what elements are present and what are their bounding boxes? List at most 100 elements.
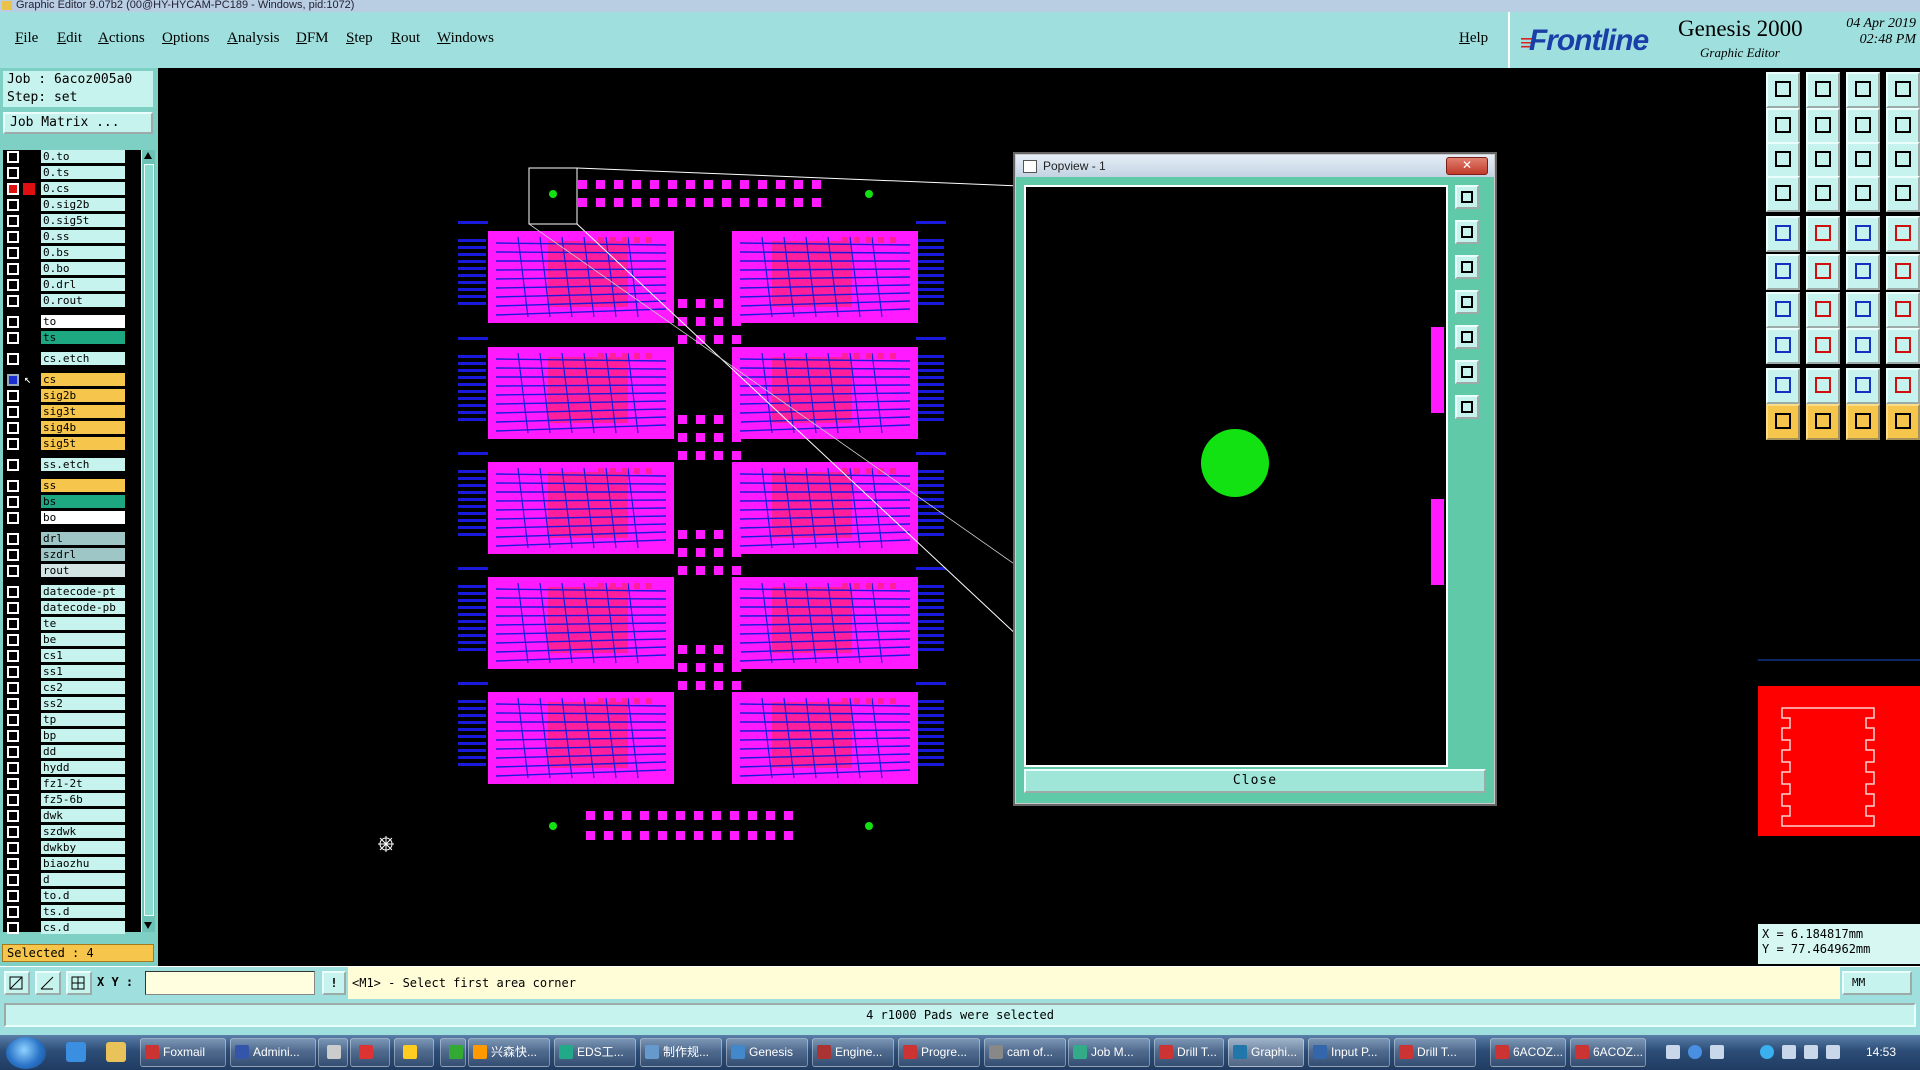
- menu-help[interactable]: Help: [1459, 30, 1488, 47]
- layer-checkbox[interactable]: [7, 826, 19, 838]
- tray-icon-2[interactable]: [1710, 1045, 1724, 1059]
- layer-row[interactable]: dwkby: [3, 841, 141, 855]
- layer-checkbox[interactable]: [7, 650, 19, 662]
- taskbar-button[interactable]: Drill T...: [1154, 1038, 1224, 1067]
- layer-name[interactable]: 0.to: [41, 150, 125, 163]
- layer-checkbox[interactable]: [7, 406, 19, 418]
- layer-row[interactable]: cs1: [3, 649, 141, 663]
- popview-left-button[interactable]: [1455, 290, 1479, 314]
- layer-checkbox[interactable]: [7, 263, 19, 275]
- pan-left-button[interactable]: [1766, 108, 1800, 144]
- layer-checkbox[interactable]: [7, 858, 19, 870]
- layer-checkbox[interactable]: [7, 762, 19, 774]
- layer-checkbox[interactable]: [7, 459, 19, 471]
- layer-row[interactable]: 0.cs: [3, 182, 141, 196]
- layer-name[interactable]: ss: [41, 479, 125, 492]
- layer-name[interactable]: cs2: [41, 681, 125, 694]
- layer-row[interactable]: rout: [3, 564, 141, 578]
- transform-button[interactable]: [1886, 328, 1920, 364]
- layer-row[interactable]: ts: [3, 331, 141, 345]
- layer-name[interactable]: hydd: [41, 761, 125, 774]
- layer-checkbox[interactable]: [7, 295, 19, 307]
- taskbar-button[interactable]: Engine...: [812, 1038, 894, 1067]
- shape-filled-button[interactable]: [1766, 216, 1800, 252]
- layer-checkbox[interactable]: [7, 698, 19, 710]
- layer-checkbox[interactable]: [7, 730, 19, 742]
- taskbar-button[interactable]: 兴森快...: [468, 1038, 550, 1067]
- layer-name[interactable]: rout: [41, 564, 125, 577]
- taskbar-button[interactable]: Admini...: [230, 1038, 316, 1067]
- units-selector[interactable]: MM: [1842, 971, 1912, 995]
- zoom-area-button[interactable]: [4, 971, 30, 995]
- layer-checkbox[interactable]: [7, 247, 19, 259]
- triangle-button[interactable]: [1766, 368, 1800, 404]
- scroll-thumb[interactable]: [144, 164, 154, 916]
- folder-icon[interactable]: [106, 1042, 126, 1062]
- layer-row[interactable]: sig4b: [3, 421, 141, 435]
- zoom-home-button[interactable]: [1766, 72, 1800, 108]
- layer-checkbox[interactable]: [7, 618, 19, 630]
- layer-row[interactable]: tp: [3, 713, 141, 727]
- layer-checkbox[interactable]: [7, 922, 19, 934]
- layer-checkbox[interactable]: [7, 714, 19, 726]
- layer-row[interactable]: cs2: [3, 681, 141, 695]
- layer-checkbox[interactable]: [7, 374, 19, 386]
- layer-row[interactable]: ss.etch: [3, 458, 141, 472]
- layer-row[interactable]: drl: [3, 532, 141, 546]
- a-filled-button[interactable]: [1846, 368, 1880, 404]
- menu-edit[interactable]: Edit: [57, 30, 82, 47]
- layer-name[interactable]: 0.cs: [41, 182, 125, 195]
- layer-name[interactable]: sig4b: [41, 421, 125, 434]
- layer-name[interactable]: te: [41, 617, 125, 630]
- angle-button[interactable]: [1766, 292, 1800, 328]
- taskbar-button[interactable]: 6ACOZ...: [1570, 1038, 1646, 1067]
- pad-button[interactable]: [1886, 216, 1920, 252]
- layer-checkbox[interactable]: [7, 199, 19, 211]
- layer-checkbox[interactable]: [7, 332, 19, 344]
- tray-icon-1[interactable]: [1666, 1045, 1680, 1059]
- job-matrix-button[interactable]: Job Matrix ...: [3, 112, 153, 134]
- pointer-button[interactable]: [1766, 404, 1800, 440]
- help-button[interactable]: [1886, 142, 1920, 178]
- popview-close-x-button[interactable]: ✕: [1446, 157, 1488, 175]
- layer-checkbox[interactable]: [7, 842, 19, 854]
- menu-options[interactable]: Options: [162, 30, 210, 47]
- network-tray-icon[interactable]: [1760, 1045, 1774, 1059]
- layer-checkbox[interactable]: [7, 167, 19, 179]
- add-pad-button[interactable]: [1846, 254, 1880, 290]
- layer-row[interactable]: ss2: [3, 697, 141, 711]
- arc-line-button[interactable]: [1806, 292, 1840, 328]
- popview-up-button[interactable]: [1455, 220, 1479, 244]
- pan-right-button[interactable]: [1806, 108, 1840, 144]
- xy-input[interactable]: [145, 971, 315, 995]
- layer-row[interactable]: szdwk: [3, 825, 141, 839]
- menu-file[interactable]: File: [15, 30, 38, 47]
- layer-row[interactable]: 0.bo: [3, 262, 141, 276]
- menu-actions[interactable]: Actions: [98, 30, 145, 47]
- text-button[interactable]: [1886, 292, 1920, 328]
- layer-row[interactable]: hydd: [3, 761, 141, 775]
- layer-row[interactable]: 0.sig5t: [3, 214, 141, 228]
- prompt-info-button[interactable]: !: [322, 971, 346, 995]
- layer-row[interactable]: fz1-2t: [3, 777, 141, 791]
- layer-name[interactable]: 0.ts: [41, 166, 125, 179]
- feature-select-button[interactable]: [1846, 176, 1880, 212]
- layer-name[interactable]: fz5-6b: [41, 793, 125, 806]
- layer-row[interactable]: cs.etch: [3, 352, 141, 366]
- layer-row[interactable]: ss1: [3, 665, 141, 679]
- layer-row[interactable]: d: [3, 873, 141, 887]
- layer-row[interactable]: 0.ts: [3, 166, 141, 180]
- layer-checkbox[interactable]: [7, 533, 19, 545]
- layer-checkbox[interactable]: [7, 565, 19, 577]
- pointer-multi-button[interactable]: [1886, 404, 1920, 440]
- pointer-rotate-button[interactable]: [1846, 404, 1880, 440]
- layer-name[interactable]: datecode-pb: [41, 601, 125, 614]
- layer-name[interactable]: be: [41, 633, 125, 646]
- grid-toggle-button[interactable]: [1806, 176, 1840, 212]
- pointer-box-button[interactable]: [1806, 404, 1840, 440]
- layer-name[interactable]: 0.ss: [41, 230, 125, 243]
- layer-row[interactable]: dd: [3, 745, 141, 759]
- popview-right-button[interactable]: [1455, 325, 1479, 349]
- taskbar-button[interactable]: cam of...: [984, 1038, 1066, 1067]
- taskbar-button[interactable]: Graphi...: [1228, 1038, 1304, 1067]
